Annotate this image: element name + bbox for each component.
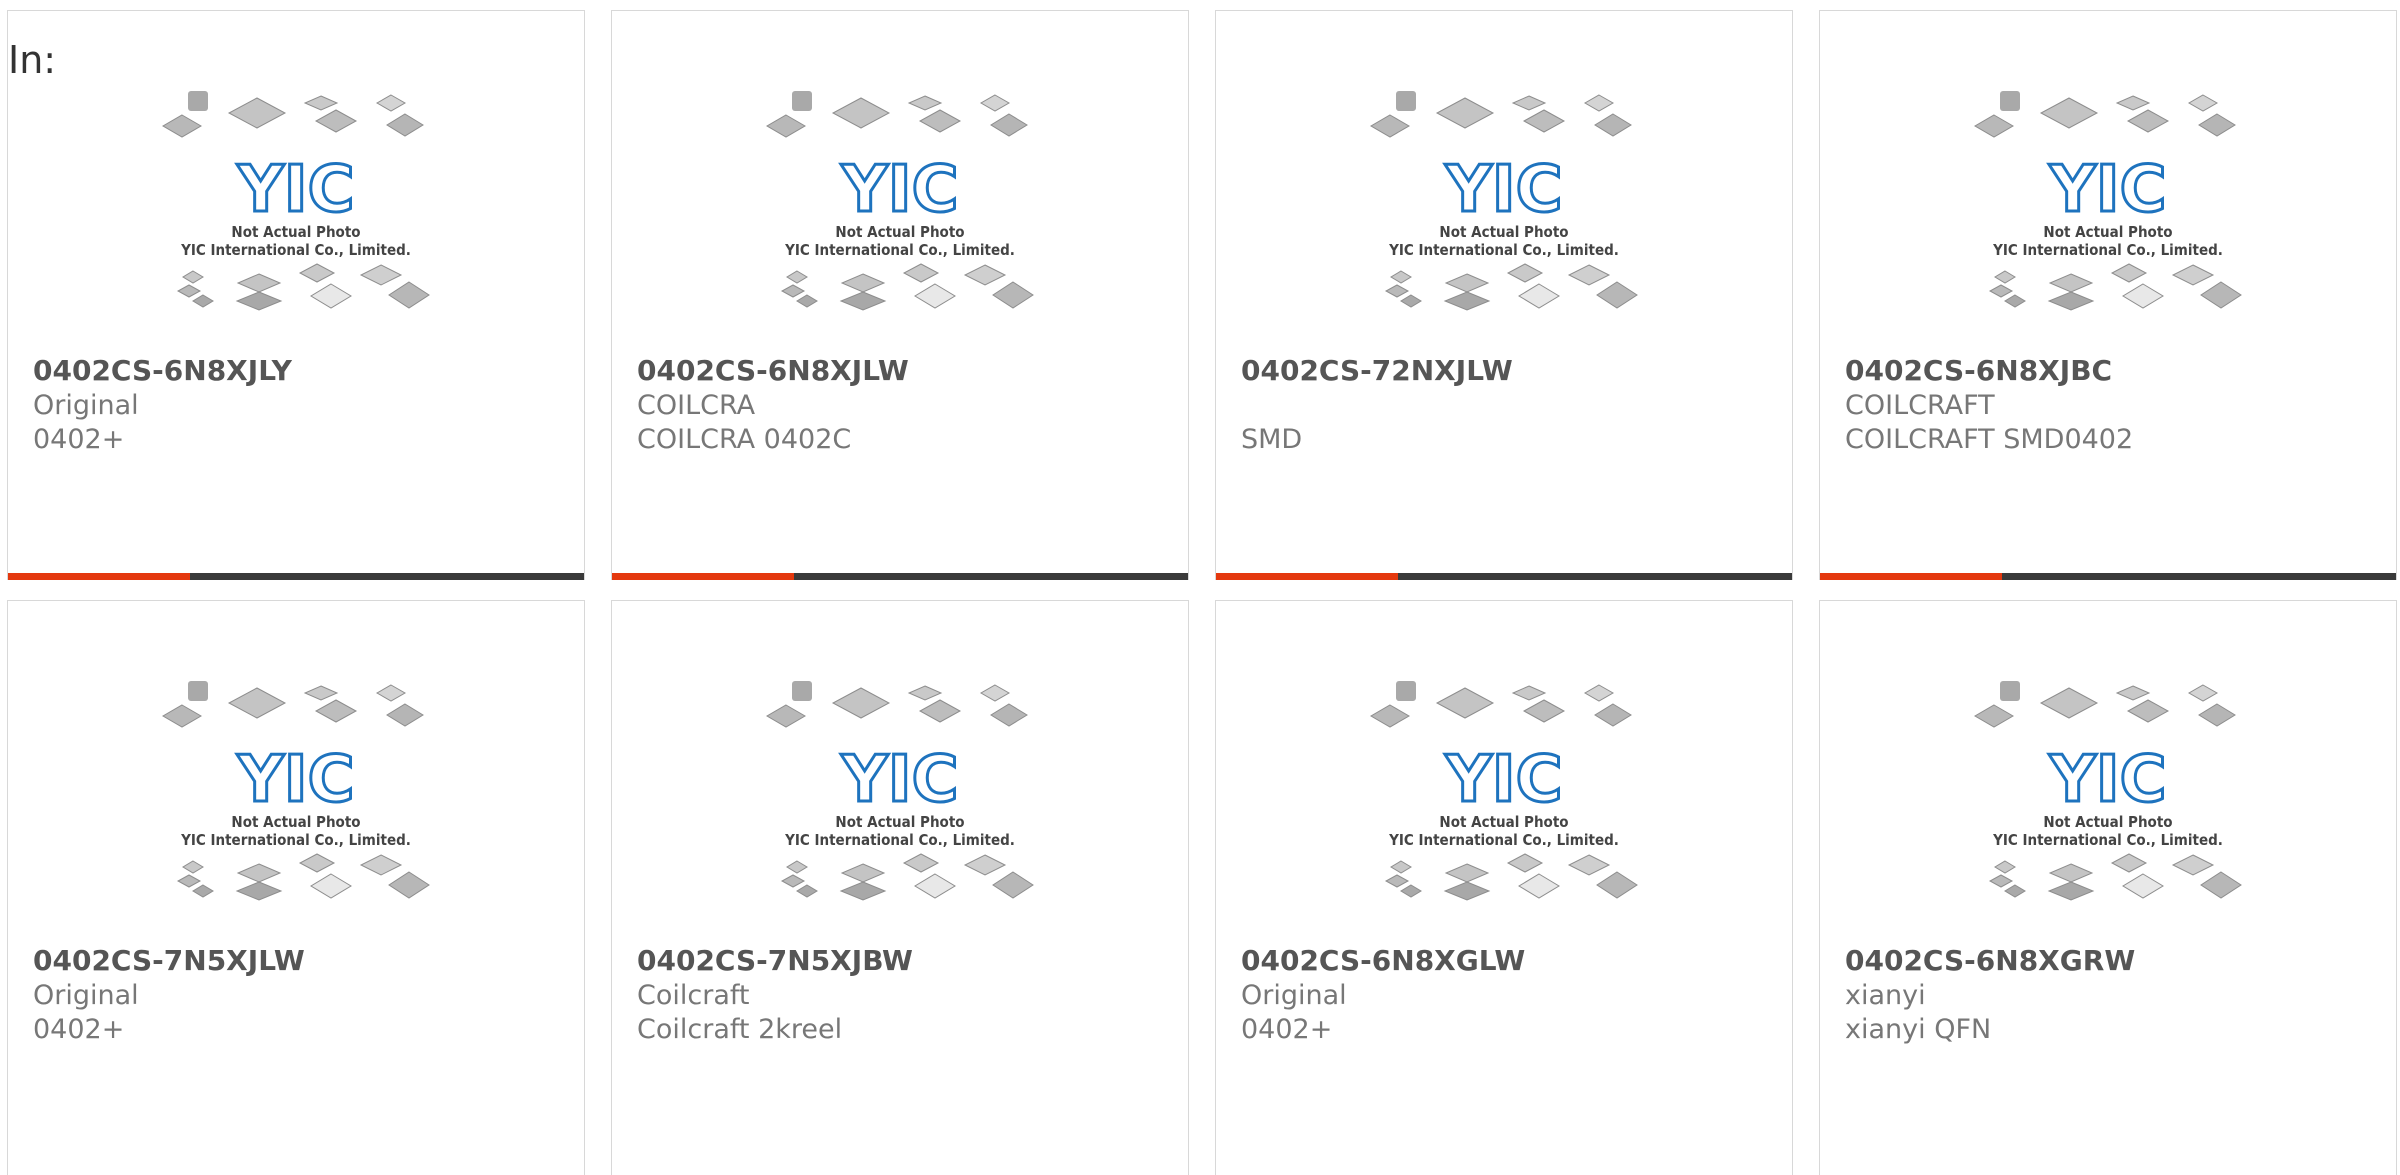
photo-caption-line2: YIC International Co., Limited. [1992, 241, 2223, 259]
photo-caption-line2: YIC International Co., Limited. [784, 241, 1015, 259]
photo-caption-line2: YIC International Co., Limited. [1992, 831, 2223, 849]
product-card[interactable]: YIC Not Actual Photo YIC International Co.… [7, 600, 585, 1175]
chip-group-icon [162, 681, 424, 728]
chip-group-icon [1988, 853, 2242, 901]
logo-mark-icon: YIC [236, 153, 354, 227]
logo-mark-icon: YIC [840, 743, 958, 817]
part-number-link[interactable]: 0402CS-6N8XGLW [1241, 943, 1525, 979]
placeholder-photo-icon: YICNot Actual PhotoYIC International Co.… [766, 91, 1034, 311]
package-text: 0402+ [1241, 1014, 1333, 1045]
product-card[interactable]: YIC Not Actual Photo YIC International Co.… [611, 600, 1189, 1175]
photo-caption-line1: Not Actual Photo [1439, 223, 1568, 241]
placeholder-photo-icon: YICNot Actual PhotoYIC International Co.… [1974, 681, 2242, 901]
package-text: 0402+ [33, 424, 125, 455]
package-text: xianyi QFN [1845, 1014, 1992, 1045]
product-card[interactable]: YIC Not Actual Photo YIC International Co.… [1819, 600, 2397, 1175]
photo-caption-line1: Not Actual Photo [231, 813, 360, 831]
logo-mark-icon: YIC [2048, 153, 2166, 227]
chip-group-icon [162, 91, 424, 138]
product-photo[interactable]: YIC Not Actual Photo YIC International Co.… [612, 91, 1188, 356]
logo-mark-icon: YIC [1444, 743, 1562, 817]
placeholder-photo-icon: YICNot Actual PhotoYIC International Co.… [766, 681, 1034, 901]
part-number-link[interactable]: 0402CS-7N5XJLW [33, 943, 305, 979]
part-number-link[interactable]: 0402CS-7N5XJBW [637, 943, 913, 979]
package-text: Coilcraft 2kreel [637, 1014, 843, 1045]
brand-text: xianyi [1845, 980, 1926, 1011]
photo-caption-line1: Not Actual Photo [1439, 813, 1568, 831]
part-number-link[interactable]: 0402CS-6N8XJLY [33, 353, 292, 389]
product-photo[interactable]: YIC Not Actual Photo YIC International Co.… [1216, 91, 1792, 356]
product-card[interactable]: YIC Not Actual Photo YIC International Co.… [1215, 10, 1793, 580]
brand-text: COILCRAFT [1845, 390, 1995, 421]
part-number-link[interactable]: 0402CS-6N8XJBC [1845, 353, 2133, 389]
product-card[interactable]: YIC Not Actual Photo YIC International Co.… [611, 10, 1189, 580]
product-photo[interactable]: YIC Not Actual Photo YIC International Co.… [1820, 91, 2396, 356]
chip-group-icon [1370, 91, 1632, 138]
package-text: SMD [1241, 424, 1303, 455]
brand-text: Original [33, 980, 139, 1011]
photo-caption-line1: Not Actual Photo [2043, 223, 2172, 241]
logo-mark-icon: YIC [1444, 153, 1562, 227]
card-bottom-bar [1820, 573, 2396, 580]
photo-caption-line1: Not Actual Photo [231, 223, 360, 241]
package-text: 0402+ [33, 1014, 125, 1045]
photo-caption-line1: Not Actual Photo [835, 223, 964, 241]
brand-text: Original [1241, 980, 1347, 1011]
product-photo[interactable]: YIC Not Actual Photo YIC International Co.… [1820, 681, 2396, 946]
product-photo[interactable]: YIC Not Actual Photo YIC International Co.… [8, 681, 584, 946]
chip-group-icon [766, 681, 1028, 728]
photo-caption-line1: Not Actual Photo [835, 813, 964, 831]
photo-caption-line2: YIC International Co., Limited. [1388, 831, 1619, 849]
brand-text: Original [33, 390, 139, 421]
chip-group-icon [1384, 263, 1638, 311]
photo-caption-line2: YIC International Co., Limited. [1388, 241, 1619, 259]
brand-text [1241, 389, 1513, 423]
product-grid: YIC Not Actual Photo YIC International Co.… [0, 0, 2400, 1175]
product-card[interactable]: YIC Not Actual Photo YIC International Co.… [7, 10, 585, 580]
product-photo[interactable]: YIC Not Actual Photo YIC International Co.… [8, 91, 584, 356]
brand-text: COILCRA [637, 390, 756, 421]
logo-mark-icon: YIC [236, 743, 354, 817]
photo-caption-line2: YIC International Co., Limited. [180, 831, 411, 849]
chip-group-icon [176, 853, 430, 901]
product-photo[interactable]: YIC Not Actual Photo YIC International Co.… [1216, 681, 1792, 946]
chip-group-icon [1384, 853, 1638, 901]
chip-group-icon [766, 91, 1028, 138]
chip-group-icon [1370, 681, 1632, 728]
logo-mark-icon: YIC [840, 153, 958, 227]
logo-mark-icon: YIC [2048, 743, 2166, 817]
chip-group-icon [176, 263, 430, 311]
chip-group-icon [1974, 681, 2236, 728]
photo-caption-line1: Not Actual Photo [2043, 813, 2172, 831]
photo-caption-line2: YIC International Co., Limited. [784, 831, 1015, 849]
chip-group-icon [780, 263, 1034, 311]
part-number-link[interactable]: 0402CS-6N8XJLW [637, 353, 909, 389]
package-text: COILCRA 0402C [637, 424, 852, 455]
placeholder-photo-icon: YICNot Actual PhotoYIC International Co.… [1370, 681, 1638, 901]
chip-group-icon [1988, 263, 2242, 311]
product-photo[interactable]: YIC Not Actual Photo YIC International Co.… [612, 681, 1188, 946]
placeholder-photo-icon: YICNot Actual PhotoYIC International Co.… [162, 681, 430, 901]
product-card[interactable]: YIC Not Actual Photo YIC International Co.… [1819, 10, 2397, 580]
placeholder-photo-icon: YICNot Actual PhotoYIC International Co.… [162, 91, 430, 311]
brand-text: Coilcraft [637, 980, 750, 1011]
part-number-link[interactable]: 0402CS-6N8XGRW [1845, 943, 2135, 979]
card-bottom-bar [1216, 573, 1792, 580]
card-bottom-bar [8, 573, 584, 580]
placeholder-photo-icon: YICNot Actual PhotoYIC International Co.… [1974, 91, 2242, 311]
in-label: In: [8, 38, 57, 82]
chip-group-icon [780, 853, 1034, 901]
product-card[interactable]: YIC Not Actual Photo YIC International Co.… [1215, 600, 1793, 1175]
part-number-link[interactable]: 0402CS-72NXJLW [1241, 353, 1513, 389]
package-text: COILCRAFT SMD0402 [1845, 424, 2134, 455]
placeholder-photo-icon: YICNot Actual PhotoYIC International Co.… [1370, 91, 1638, 311]
card-bottom-bar [612, 573, 1188, 580]
photo-caption-line2: YIC International Co., Limited. [180, 241, 411, 259]
chip-group-icon [1974, 91, 2236, 138]
